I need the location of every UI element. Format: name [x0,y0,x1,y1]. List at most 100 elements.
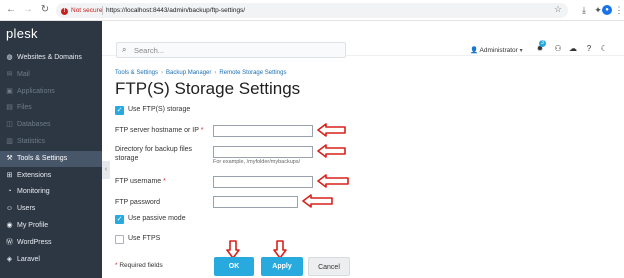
use-ftps-label: Use FTPS [128,235,161,242]
download-icon[interactable]: ⤓ [578,4,590,16]
required-fields-note: * Required fields [115,262,163,269]
browser-toolbar: ← → ↻ ! Not secure https://localhost:8443… [0,0,624,21]
plesk-logo[interactable]: plesk [6,26,38,41]
users-icon: ☺ [5,205,14,213]
use-ftp-checkbox[interactable]: ✓ [115,106,124,115]
subscriptions-icon[interactable]: ⚇ [553,44,563,54]
directory-label: Directory for backup files storage [115,146,193,162]
sidebar-item-mail[interactable]: ✉ Mail [0,67,102,83]
databases-icon: ◫ [6,121,13,129]
required-star: * [163,178,166,185]
tools-icon: ⚒ [6,154,13,162]
sidebar-item-label: Mail [17,70,30,78]
breadcrumb-backup-manager[interactable]: Backup Manager [166,70,211,76]
sidebar-item-applications[interactable]: ▣ Applications [0,84,102,100]
user-menu[interactable]: 👤 Administrator ▾ [470,46,523,54]
sidebar-item-label: Websites & Domains [17,54,82,61]
ok-button[interactable]: OK [214,257,254,276]
directory-hint: For example, /myfolder/mybackups/ [213,159,301,165]
sidebar-item-tools-settings[interactable]: ⚒ Tools & Settings [0,150,102,167]
annotation-arrow-left-icon [302,194,333,208]
sidebar-item-databases[interactable]: ◫ Databases [0,117,102,133]
sidebar-item-laravel[interactable]: ◈ Laravel [0,252,102,268]
notification-badge: 3 [539,40,546,47]
hostname-input[interactable] [213,125,313,137]
sidebar-collapse-icon[interactable]: ‹ [102,161,110,179]
warning-icon: ! [61,8,68,15]
use-ftp-label: Use FTP(S) storage [128,106,191,113]
search-icon: ⌕ [122,45,127,54]
sidebar-item-monitoring[interactable]: ◔ Monitoring [0,184,102,200]
username-label-text: FTP username [115,178,162,185]
password-label: FTP password [115,199,160,206]
directory-input[interactable] [213,146,313,158]
chevron-down-icon: ▾ [519,48,523,54]
username-input[interactable] [213,176,313,188]
cancel-button[interactable]: Cancel [308,257,350,276]
reload-icon[interactable]: ↻ [39,4,51,16]
breadcrumb-separator: › [214,70,217,76]
search-placeholder: Search... [134,46,165,55]
sidebar-item-websites-domains[interactable]: ◍ Websites & Domains [0,50,102,66]
use-ftps-checkbox[interactable] [115,235,124,244]
required-fields-text: Required fields [119,262,163,269]
sidebar-item-extensions[interactable]: ⊞ Extensions [0,168,102,184]
breadcrumb: Tools & Settings › Backup Manager › Remote S… [115,70,286,76]
cloud-icon[interactable]: ☁ [568,44,578,54]
url-text[interactable]: https://localhost:8443/admin/backup/ftp-… [106,5,245,16]
monitoring-icon: ◔ [7,188,12,196]
password-input[interactable] [213,196,298,208]
sidebar-item-users[interactable]: ☺ Users [0,201,102,217]
breadcrumb-tools-settings[interactable]: Tools & Settings [115,70,158,76]
security-indicator[interactable]: ! Not secure [61,5,102,16]
bookmark-star-icon[interactable]: ☆ [554,4,562,15]
sidebar-item-my-profile[interactable]: ◉ My Profile [0,218,102,234]
sidebar-item-wordpress[interactable]: Ⓦ WordPress [0,235,102,251]
breadcrumb-separator: › [161,70,164,76]
page-title: FTP(S) Storage Settings [115,79,301,98]
hostname-label: FTP server hostname or IP * [115,126,203,135]
theme-toggle-icon[interactable]: ☾ [599,44,609,54]
username-label: FTP username * [115,177,166,186]
annotation-arrow-left-icon [317,123,346,137]
required-star: * [200,127,204,134]
sidebar-item-label: Monitoring [17,188,50,196]
top-header: ⌕ Search... 👤 Administrator ▾ ✹ 3 ⚇ ☁ ? … [102,21,624,58]
required-star: * [115,262,118,269]
statistics-icon: ▥ [6,138,13,145]
hostname-label-text: FTP server hostname or IP [115,127,199,134]
sidebar-item-label: Files [17,104,32,112]
sidebar-item-statistics[interactable]: ▥ Statistics [0,134,102,150]
user-name: Administrator [479,47,518,54]
applications-icon: ▣ [6,87,13,95]
search-input[interactable]: ⌕ Search... [116,42,346,58]
browser-menu-icon[interactable]: ⋮ [613,4,624,16]
sidebar-item-label: Databases [17,121,51,129]
passive-mode-label: Use passive mode [128,215,186,222]
sidebar-item-label: Applications [17,87,55,95]
address-bar[interactable]: ! Not secure https://localhost:8443/admin… [56,3,568,18]
mail-icon: ✉ [6,70,13,78]
sidebar-item-label: Statistics [17,138,46,145]
breadcrumb-remote-storage[interactable]: Remote Storage Settings [219,70,286,76]
help-icon[interactable]: ? [584,44,594,54]
sidebar-item-label: WordPress [17,238,52,246]
sidebar-item-label: Laravel [17,255,40,263]
profile-avatar-icon[interactable]: ● [602,5,612,15]
back-arrow-icon[interactable]: ← [5,4,17,16]
sidebar-item-label: Extensions [17,171,52,179]
annotation-arrow-left-icon [317,144,346,158]
profile-icon: ◉ [6,222,13,229]
sidebar-item-label: Users [17,205,36,213]
files-icon: ▤ [6,104,13,112]
extensions-icon: ⊞ [6,171,13,179]
passive-mode-checkbox[interactable]: ✓ [115,215,124,224]
not-secure-label: Not secure [71,7,103,14]
annotation-arrow-left-icon [317,174,349,188]
laravel-icon: ◈ [6,255,13,263]
sidebar-item-files[interactable]: ▤ Files [0,100,102,116]
forward-arrow-icon[interactable]: → [22,4,34,16]
wordpress-icon: Ⓦ [6,238,13,246]
apply-button[interactable]: Apply [261,257,303,276]
sidebar-item-label: Tools & Settings [17,154,68,162]
